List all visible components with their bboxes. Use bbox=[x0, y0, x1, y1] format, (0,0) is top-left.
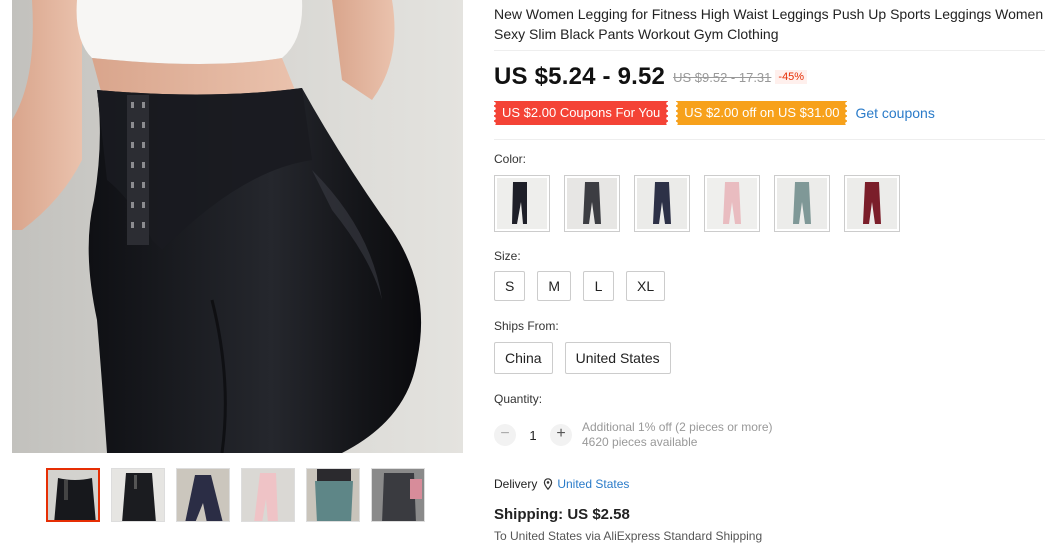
current-price: US $5.24 - 9.52 bbox=[494, 63, 666, 90]
quantity-decrease-button[interactable]: − bbox=[494, 424, 516, 446]
ships-from-united-states[interactable]: United States bbox=[564, 342, 671, 374]
original-price: US $9.52 - 17.31 bbox=[673, 69, 772, 85]
delivery-row: Delivery United States bbox=[494, 477, 1045, 491]
price-row: US $5.24 - 9.52 US $9.52 - 17.31 -45% bbox=[494, 63, 1045, 91]
location-pin-icon bbox=[544, 478, 553, 490]
color-swatch-dark-grey[interactable] bbox=[564, 175, 620, 232]
color-swatch-sage[interactable] bbox=[774, 175, 830, 232]
ships-from-label: Ships From: bbox=[494, 319, 559, 333]
legging-sage-icon bbox=[777, 178, 827, 229]
get-coupons-link[interactable]: Get coupons bbox=[855, 105, 934, 121]
legging-black-icon bbox=[497, 178, 547, 229]
color-swatch-pink[interactable] bbox=[704, 175, 760, 232]
legging-wine-icon bbox=[847, 178, 897, 229]
discount-badge: -45% bbox=[775, 70, 808, 84]
thumbnail-4[interactable] bbox=[241, 468, 295, 522]
thumbnail-1[interactable] bbox=[46, 468, 100, 522]
size-option-m[interactable]: M bbox=[537, 271, 572, 301]
shipping-method: To United States via AliExpress Standard… bbox=[494, 529, 763, 543]
size-option-l[interactable]: L bbox=[583, 271, 615, 301]
size-options: S M L XL bbox=[494, 271, 1045, 301]
size-label: Size: bbox=[494, 249, 521, 263]
stock-available: 4620 pieces available bbox=[582, 435, 698, 449]
thumbnail-6[interactable] bbox=[371, 468, 425, 522]
legging-navy-icon bbox=[637, 178, 687, 229]
shipping-cost: Shipping: US $2.58 bbox=[494, 506, 630, 523]
coupon-row: US $2.00 Coupons For You US $2.00 off on… bbox=[494, 101, 1045, 125]
bulk-discount-note: Additional 1% off (2 pieces or more) bbox=[582, 420, 773, 434]
color-swatch-wine[interactable] bbox=[844, 175, 900, 232]
thumbnail-2[interactable] bbox=[111, 468, 165, 522]
color-swatch-navy[interactable] bbox=[634, 175, 690, 232]
legging-pink-icon bbox=[707, 178, 757, 229]
quantity-note: Additional 1% off (2 pieces or more) 462… bbox=[582, 420, 773, 450]
quantity-label: Quantity: bbox=[494, 392, 543, 406]
thumbnail-3[interactable] bbox=[176, 468, 230, 522]
ships-from-china[interactable]: China bbox=[494, 342, 553, 374]
divider bbox=[494, 50, 1045, 51]
quantity-value[interactable]: 1 bbox=[516, 428, 550, 443]
color-swatch-black[interactable] bbox=[494, 175, 550, 232]
product-title: New Women Legging for Fitness High Waist… bbox=[494, 6, 1044, 42]
quantity-stepper: − 1 + Additional 1% off (2 pieces or mor… bbox=[494, 420, 1045, 450]
size-option-xl[interactable]: XL bbox=[626, 271, 666, 301]
thumbnail-5[interactable] bbox=[306, 468, 360, 522]
delivery-label: Delivery bbox=[494, 477, 538, 491]
quantity-increase-button[interactable]: + bbox=[550, 424, 572, 446]
product-info-panel: New Women Legging for Fitness High Waist… bbox=[494, 4, 1045, 543]
divider bbox=[494, 139, 1045, 140]
thumbnail-strip bbox=[46, 468, 425, 522]
main-product-image[interactable] bbox=[12, 0, 463, 453]
legging-grey-icon bbox=[567, 178, 617, 229]
size-option-s[interactable]: S bbox=[494, 271, 526, 301]
coupon-badge-threshold[interactable]: US $2.00 off on US $31.00 bbox=[676, 101, 848, 125]
color-label: Color: bbox=[494, 152, 527, 166]
coupon-badge-store[interactable]: US $2.00 Coupons For You bbox=[494, 101, 669, 125]
delivery-country-link[interactable]: United States bbox=[557, 477, 629, 491]
color-swatches bbox=[494, 175, 1045, 232]
product-photo-illustration bbox=[12, 0, 463, 453]
ships-from-options: China United States bbox=[494, 342, 1045, 374]
